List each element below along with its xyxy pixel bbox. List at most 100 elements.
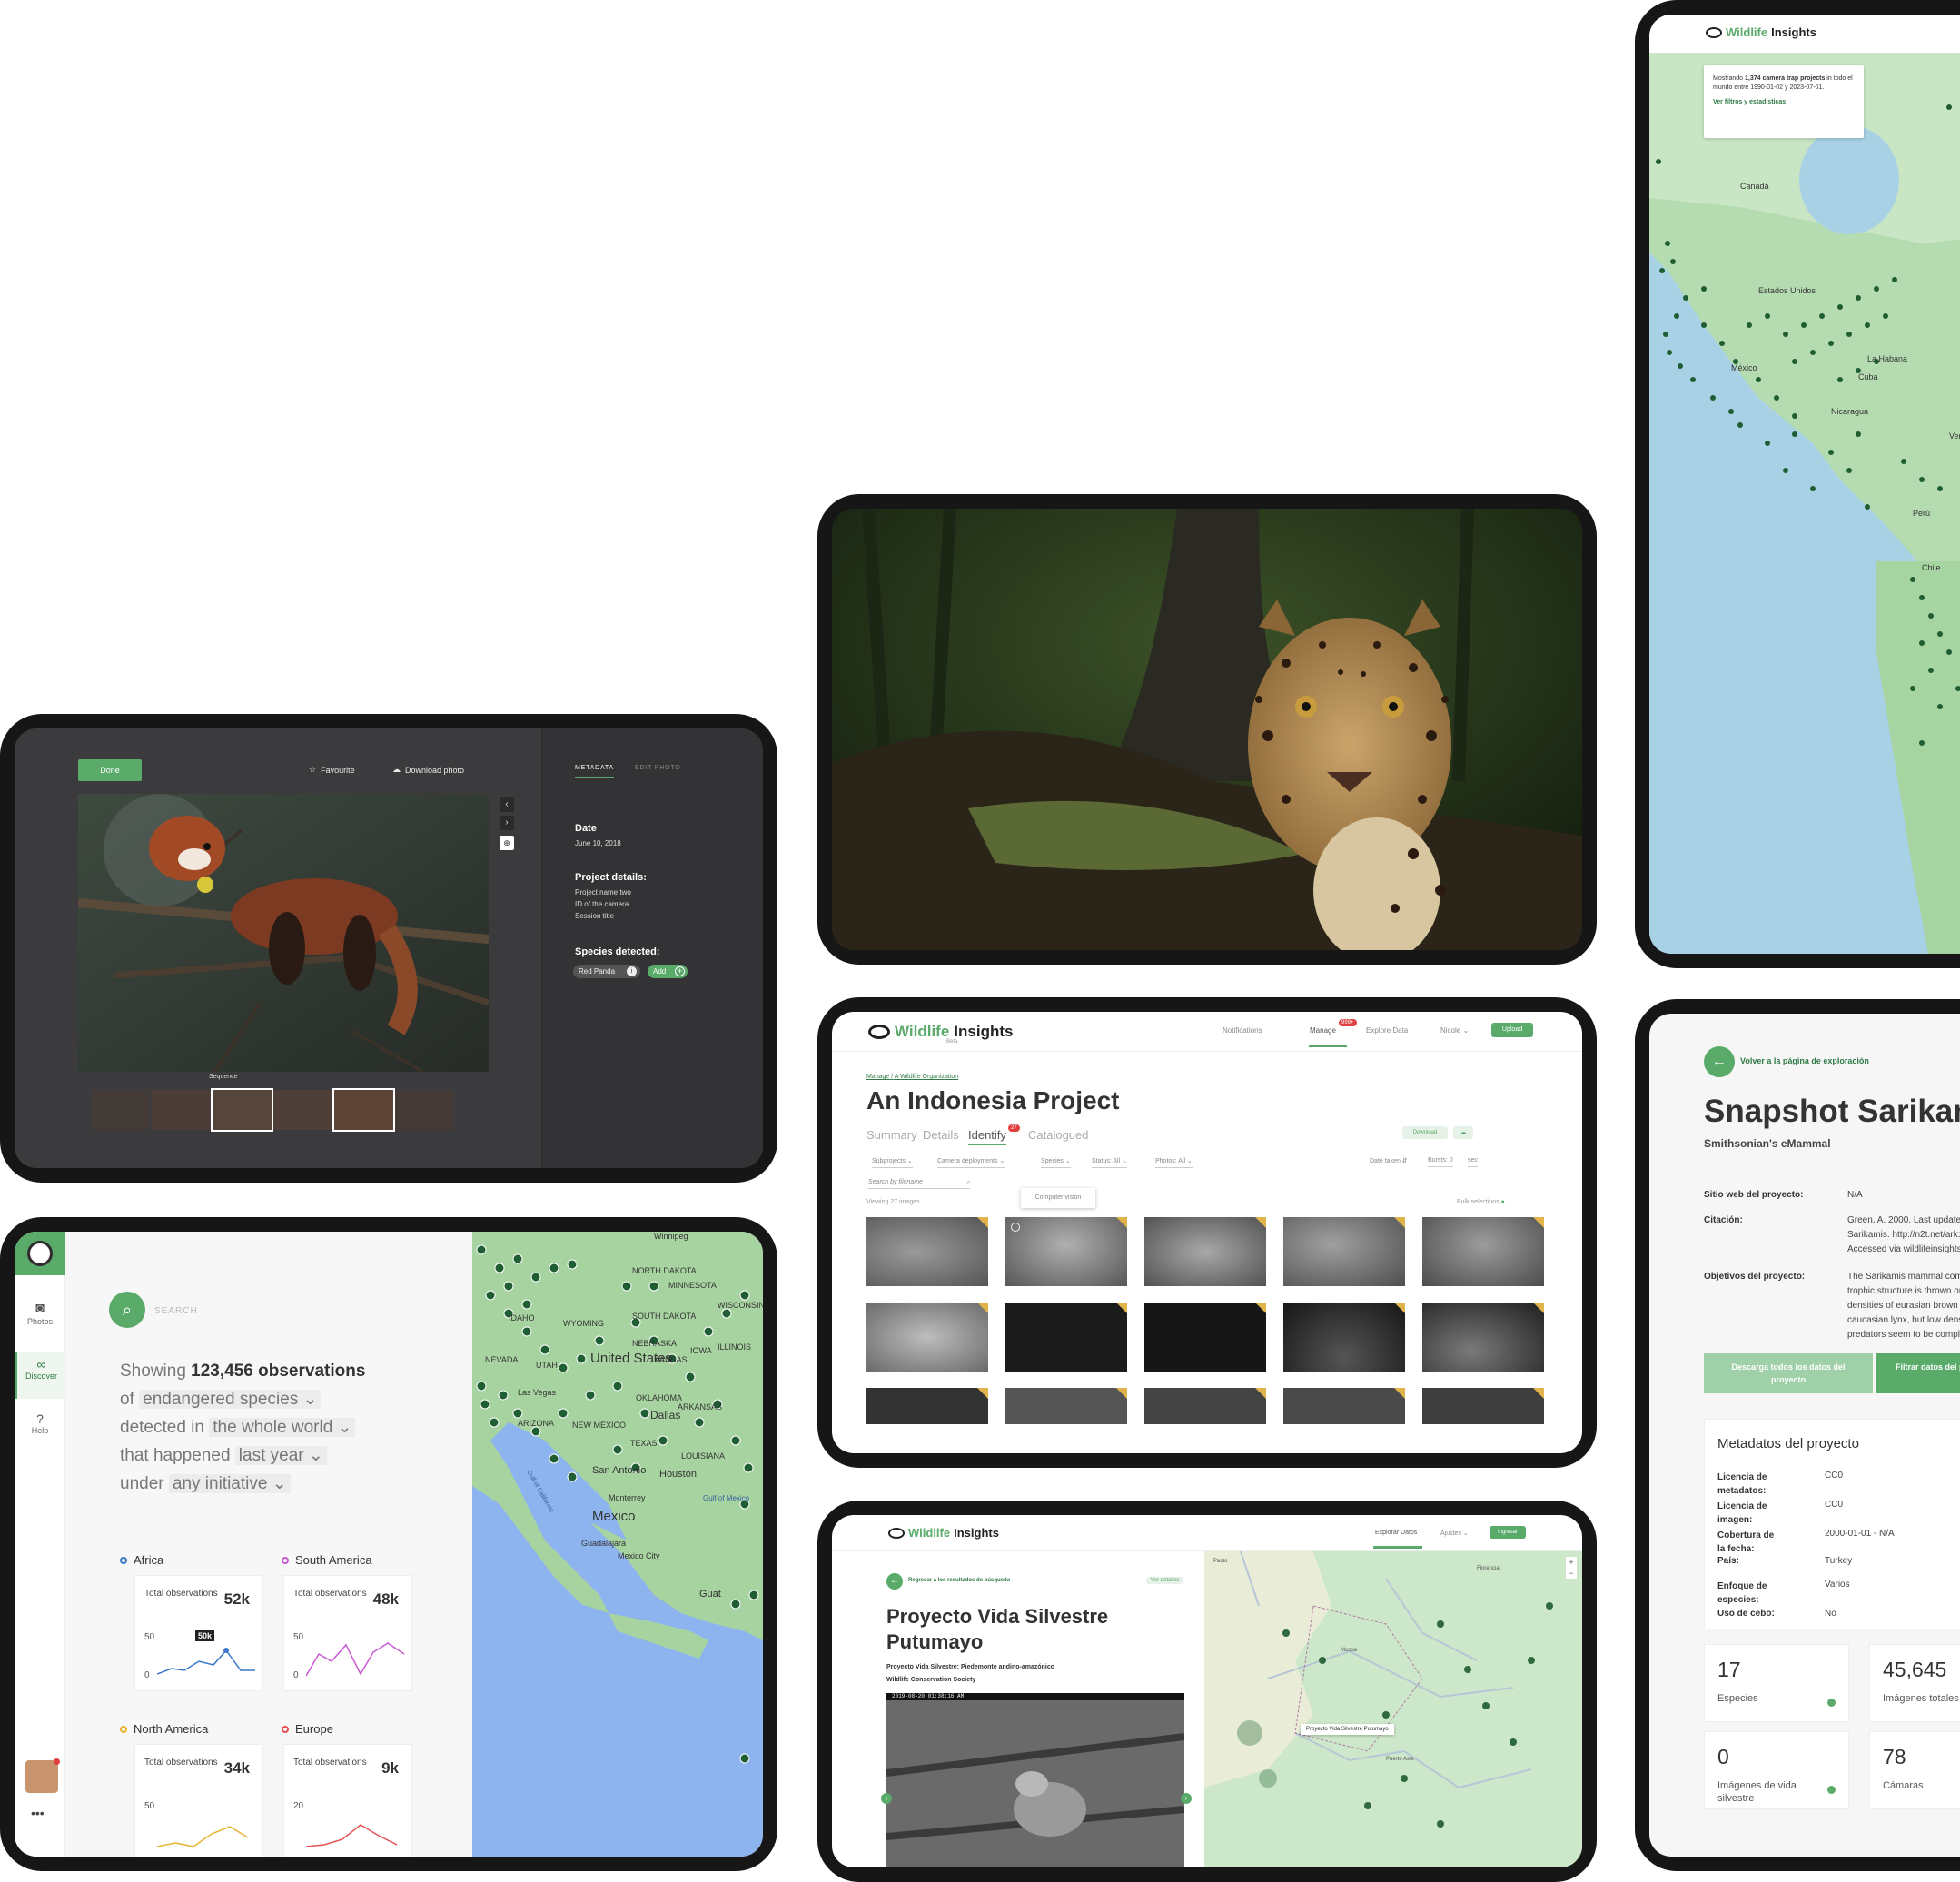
zoom-icon[interactable]: ⊕ (500, 836, 514, 850)
species-dropdown[interactable]: endangered species ⌄ (139, 1390, 322, 1409)
info-icon[interactable] (1827, 1786, 1836, 1794)
image-thumb[interactable] (1144, 1217, 1266, 1286)
filter-project-data-button[interactable]: Filtrar datos del proyecto (1876, 1353, 1960, 1393)
chevron-right-icon[interactable]: › (500, 816, 514, 830)
logo[interactable]: Wildlife Insights (868, 1023, 1013, 1041)
tab-details[interactable]: Details (923, 1128, 959, 1142)
image-thumb[interactable] (866, 1303, 988, 1372)
film-thumb-selected[interactable] (211, 1088, 273, 1132)
image-thumb[interactable] (1422, 1217, 1544, 1286)
film-thumb[interactable] (332, 1088, 395, 1132)
project-map[interactable]: Pasto Mocoa Florencia Puerto Asís Proyecto … (1204, 1551, 1582, 1867)
tab-metadata[interactable]: METADATA (575, 765, 614, 778)
avatar[interactable] (25, 1758, 60, 1793)
region-south-america[interactable]: South America (282, 1553, 372, 1567)
region-dropdown[interactable]: the whole world ⌄ (209, 1418, 356, 1437)
logo[interactable]: Wildlife Insights (888, 1526, 999, 1540)
download-button[interactable]: Download (1402, 1126, 1448, 1139)
search-input[interactable]: SEARCH (154, 1306, 198, 1316)
sidebar-item-help[interactable]: ? Help (15, 1412, 65, 1435)
flag-icon (1394, 1303, 1405, 1313)
settings-menu[interactable]: Ajustes ⌄ (1440, 1530, 1469, 1537)
bursts-input[interactable]: Bursts: 0 (1428, 1157, 1453, 1167)
image-thumb[interactable] (1144, 1388, 1266, 1424)
bulk-selections[interactable]: Bulk selections ● (1457, 1199, 1505, 1205)
region-europe[interactable]: Europe (282, 1722, 333, 1736)
back-arrow-icon[interactable]: ← (886, 1573, 903, 1590)
sidebar-logo[interactable] (15, 1232, 65, 1275)
image-thumb[interactable] (1283, 1217, 1405, 1286)
image-thumb[interactable] (866, 1388, 988, 1424)
breadcrumb-organization[interactable]: A Wildlife Organization (895, 1074, 958, 1080)
north-america-card[interactable]: Total observations 34k 50 (134, 1744, 263, 1857)
region-north-america[interactable]: North America (120, 1722, 208, 1736)
organization-name: Wildlife Conservation Society (886, 1677, 976, 1683)
europe-card[interactable]: Total observations 9k 20 (283, 1744, 412, 1857)
filter-status[interactable]: Status: All ⌄ (1092, 1157, 1127, 1168)
period-dropdown[interactable]: last year ⌄ (234, 1446, 327, 1465)
add-species-button[interactable]: Add + (648, 965, 688, 978)
initiative-dropdown[interactable]: any initiative ⌄ (168, 1474, 291, 1493)
filter-deployments[interactable]: Camera deployments ⌄ (937, 1157, 1005, 1168)
search-input[interactable]: Search by filename ⌕ (868, 1179, 970, 1189)
film-thumb[interactable] (273, 1090, 332, 1130)
details-button[interactable]: Ver detalles (1146, 1577, 1184, 1584)
more-icon[interactable]: ••• (31, 1806, 45, 1820)
info-icon[interactable] (1827, 1699, 1836, 1707)
nav-explore-data[interactable]: Explorar Datos (1375, 1530, 1417, 1536)
info-icon[interactable]: i (627, 966, 637, 976)
back-arrow-icon[interactable]: ← (1704, 1046, 1735, 1077)
done-button[interactable]: Done (78, 759, 142, 781)
back-to-explore-link[interactable]: Volver a la página de exploración (1740, 1056, 1869, 1065)
tab-identify[interactable]: Identify (968, 1128, 1006, 1145)
download-photo-button[interactable]: ☁ Download photo (392, 765, 464, 775)
date-taken-sort[interactable]: Date taken ⇵ (1370, 1157, 1408, 1167)
sidebar-item-discover[interactable]: ∞ Discover (15, 1352, 65, 1399)
chevron-right-icon[interactable]: › (1181, 1793, 1192, 1804)
film-thumb[interactable] (91, 1090, 150, 1130)
chevron-left-icon[interactable]: ‹ (500, 797, 514, 812)
africa-card[interactable]: Total observations 52k 50 0 50k (134, 1575, 263, 1691)
breadcrumb-manage[interactable]: Manage (866, 1074, 889, 1080)
back-to-results-link[interactable]: Regresar a los resultados de búsqueda (908, 1578, 1010, 1583)
image-thumb[interactable] (1283, 1388, 1405, 1424)
search-icon[interactable]: ⌕ (109, 1292, 145, 1328)
south-america-card[interactable]: Total observations 48k 50 0 (283, 1575, 412, 1691)
image-thumb[interactable] (1005, 1388, 1127, 1424)
tab-summary[interactable]: Summary (866, 1128, 917, 1142)
favourite-button[interactable]: ☆ Favourite (309, 765, 355, 775)
sidebar-item-photos[interactable]: ◙ Photos (15, 1301, 65, 1326)
chevron-left-icon[interactable]: ‹ (881, 1793, 892, 1804)
species-chip[interactable]: Red Panda i (573, 965, 640, 978)
user-menu[interactable]: Nicole ⌄ (1440, 1026, 1469, 1035)
upload-button[interactable]: Upload (1491, 1023, 1533, 1037)
image-thumb[interactable] (1422, 1303, 1544, 1372)
filter-photos[interactable]: Photos: All ⌄ (1155, 1157, 1193, 1168)
image-thumb[interactable] (1005, 1217, 1127, 1286)
image-thumb[interactable] (1422, 1388, 1544, 1424)
tab-catalogued[interactable]: Catalogued (1028, 1128, 1089, 1142)
cloud-icon[interactable]: ☁ (1453, 1126, 1473, 1139)
image-thumb[interactable] (866, 1217, 988, 1286)
nav-explore-data[interactable]: Explore Data (1366, 1026, 1408, 1035)
nav-manage[interactable]: Manage (1310, 1026, 1336, 1035)
filter-subprojects[interactable]: Subprojects ⌄ (872, 1157, 913, 1168)
image-thumb[interactable] (1005, 1303, 1127, 1372)
logo[interactable]: Wildlife Insights (1706, 25, 1816, 39)
download-all-data-button[interactable]: Descarga todos los datos del proyecto (1704, 1353, 1873, 1393)
zoom-controls[interactable]: + − (1566, 1557, 1577, 1579)
citation-line[interactable]: Sarikamis. http://n2t.net/ark:/ (1847, 1228, 1960, 1243)
select-checkbox[interactable] (1011, 1223, 1020, 1232)
film-thumb[interactable] (152, 1090, 211, 1130)
region-africa[interactable]: Africa (120, 1553, 163, 1567)
login-button[interactable]: Ingresar (1490, 1526, 1526, 1539)
tab-edit-photo[interactable]: EDIT PHOTO (635, 765, 681, 771)
filter-species[interactable]: Species ⌄ (1041, 1157, 1071, 1168)
nav-notifications[interactable]: Notifications (1223, 1026, 1262, 1035)
camera-trap-photo[interactable]: 2019-08-20 01:38:16 AM (886, 1693, 1184, 1867)
observations-map[interactable]: Winnipeg NORTH DAKOTA SOUTH DAKOTA MINNE… (472, 1232, 763, 1857)
filters-stats-link[interactable]: Ver filtros y estadísticas (1713, 98, 1855, 107)
image-thumb[interactable] (1144, 1303, 1266, 1372)
film-thumb[interactable] (395, 1090, 454, 1130)
image-thumb[interactable] (1283, 1303, 1405, 1372)
